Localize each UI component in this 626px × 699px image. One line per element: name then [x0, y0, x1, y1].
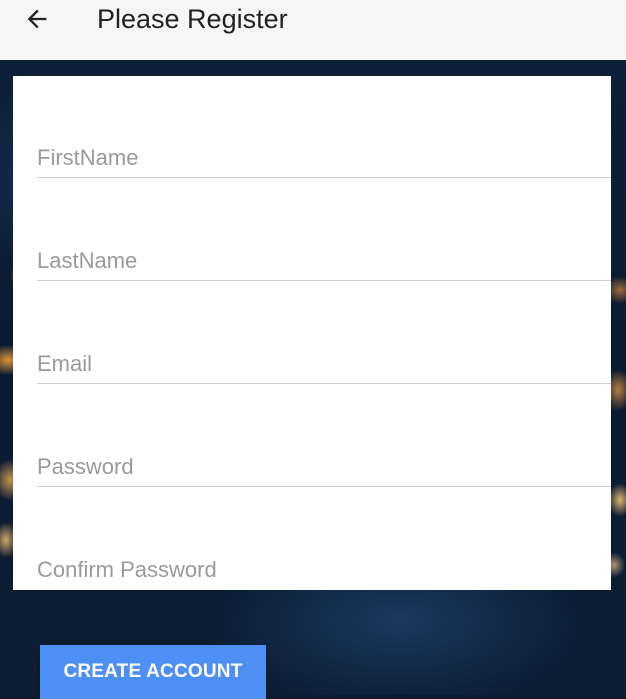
confirm-password-input[interactable]: [37, 550, 611, 590]
last-name-input[interactable]: [37, 241, 611, 280]
back-button[interactable]: [22, 4, 52, 34]
create-account-button[interactable]: CREATE ACCOUNT: [40, 645, 266, 699]
first-name-field[interactable]: [37, 138, 611, 178]
email-field[interactable]: [37, 344, 611, 384]
registration-form: [13, 76, 611, 590]
first-name-input[interactable]: [37, 138, 611, 177]
app-bar: Please Register: [0, 0, 626, 60]
confirm-password-field[interactable]: [37, 550, 611, 590]
arrow-left-icon: [27, 9, 47, 29]
password-input[interactable]: [37, 447, 611, 486]
last-name-field[interactable]: [37, 241, 611, 281]
page-title: Please Register: [97, 4, 288, 34]
password-field[interactable]: [37, 447, 611, 487]
email-input[interactable]: [37, 344, 611, 383]
